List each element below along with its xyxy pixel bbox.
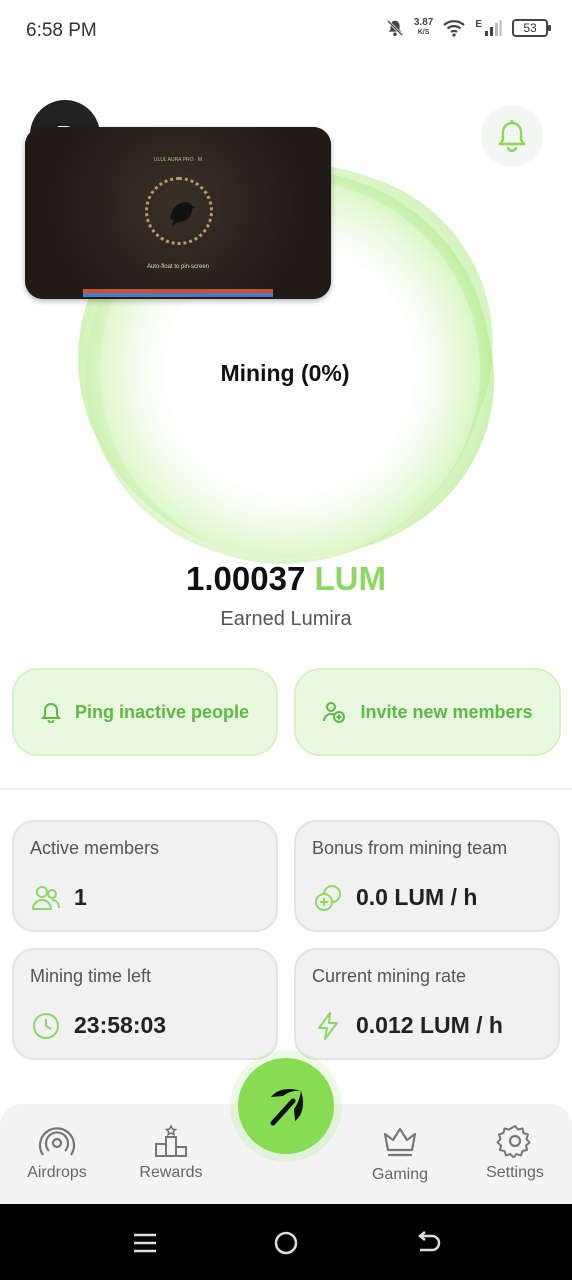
stat-bonus-team: Bonus from mining team 0.0 LUM / h (294, 820, 560, 932)
users-icon (31, 886, 60, 910)
bell-icon (41, 702, 61, 723)
back-icon[interactable] (413, 1228, 443, 1258)
lightning-icon (318, 1012, 338, 1040)
status-time: 6:58 PM (26, 20, 97, 41)
ping-inactive-button[interactable]: Ping inactive people (12, 668, 278, 756)
nav-airdrops[interactable]: Airdrops (2, 1124, 112, 1182)
mute-icon (386, 19, 404, 37)
mine-button[interactable] (238, 1058, 334, 1154)
balance-unit: LUM (314, 560, 386, 597)
bird-icon (170, 202, 196, 226)
nav-rewards[interactable]: Rewards (116, 1124, 226, 1182)
stat-mining-time: Mining time left 23:58:03 (12, 948, 278, 1060)
balance: 1.00037 LUM (0, 560, 572, 598)
signal-icon (485, 20, 502, 36)
nav-settings[interactable]: Settings (460, 1124, 570, 1182)
divider (0, 788, 572, 790)
bell-icon (498, 120, 526, 153)
stat-mining-rate: Current mining rate 0.012 LUM / h (294, 948, 560, 1060)
gear-icon (496, 1125, 531, 1158)
wifi-icon (443, 20, 466, 37)
stat-label: Mining time left (30, 966, 152, 986)
network-type: E (475, 18, 482, 30)
video-caption: Auto-float to pin-screen (146, 264, 210, 270)
nav-gaming[interactable]: Gaming (345, 1124, 455, 1184)
video-progress-bottom (83, 293, 273, 297)
add-user-icon (323, 702, 346, 723)
nav-label: Airdrops (27, 1164, 87, 1181)
nav-label: Settings (486, 1164, 544, 1181)
nav-label: Gaming (371, 1166, 429, 1183)
podium-icon (155, 1124, 187, 1157)
coins-plus-icon (315, 885, 341, 911)
system-nav-bar (0, 1204, 572, 1280)
balance-label: Earned Lumira (220, 608, 352, 630)
wreath-icon (145, 177, 213, 245)
ping-inactive-label: Ping inactive people (74, 701, 250, 722)
crown-icon (383, 1127, 417, 1157)
invite-members-label: Invite new members (360, 701, 533, 722)
pickaxe-icon (270, 1089, 303, 1126)
mining-status: Mining (0%) (220, 360, 350, 386)
stat-label: Bonus from mining team (312, 838, 508, 858)
stat-value: 0.0 LUM / h (356, 884, 478, 910)
clock-icon (33, 1013, 59, 1039)
invite-members-button[interactable]: Invite new members (294, 668, 561, 756)
status-icons: 3.87 K/S E 53 (386, 18, 551, 38)
video-title: ULUL AURA PRO · M (153, 157, 203, 163)
net-speed-unit: K/S (417, 29, 430, 36)
home-icon[interactable] (271, 1228, 301, 1258)
net-speed: 3.87 K/S (414, 18, 433, 38)
stat-label: Current mining rate (312, 966, 467, 986)
stat-active-members: Active members 1 (12, 820, 278, 932)
status-bar: 6:58 PM 3.87 K/S E 53 (0, 0, 572, 64)
stat-label: Active members (30, 838, 160, 858)
balance-amount: 1.00037 (186, 560, 306, 597)
stat-value: 1 (74, 884, 87, 910)
video-popup[interactable]: ULUL AURA PRO · M Auto-float to pin-scre… (25, 127, 331, 299)
net-speed-value: 3.87 (413, 17, 434, 28)
nav-label: Rewards (139, 1164, 203, 1181)
stat-value: 0.012 LUM / h (356, 1012, 503, 1038)
menu-icon[interactable] (130, 1228, 160, 1258)
stat-value: 23:58:03 (74, 1012, 167, 1038)
airdrop-icon (38, 1127, 76, 1156)
battery-icon: 53 (512, 19, 551, 37)
